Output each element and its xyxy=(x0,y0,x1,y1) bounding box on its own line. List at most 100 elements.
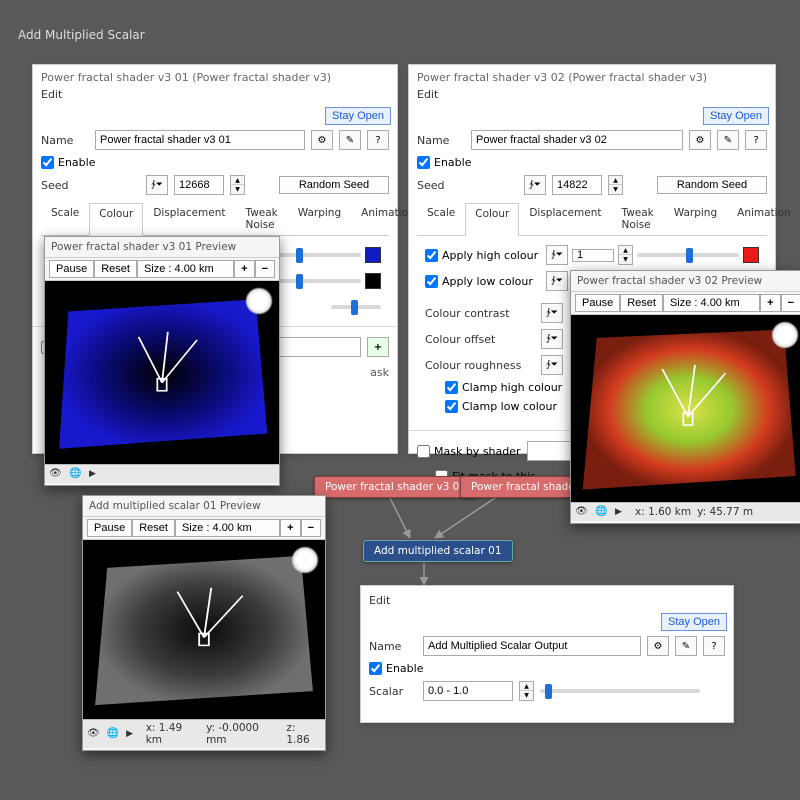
tab-colour[interactable]: Colour xyxy=(465,203,519,236)
size-button[interactable]: Size : 4.00 km xyxy=(175,519,280,537)
colour-roughness-label: Colour roughness xyxy=(425,359,535,372)
pencil-icon[interactable] xyxy=(675,636,697,656)
edit-menu[interactable]: Edit xyxy=(361,586,733,611)
param-icon[interactable]: ∱⏷ xyxy=(541,303,563,323)
seed-spinner[interactable] xyxy=(230,175,245,195)
enable-label: Enable xyxy=(58,156,95,169)
tab-tweak-noise[interactable]: Tweak Noise xyxy=(236,202,288,235)
high-colour-swatch[interactable] xyxy=(743,247,759,263)
tab-animation[interactable]: Animation xyxy=(727,202,800,235)
eye-icon[interactable] xyxy=(49,467,63,481)
play-icon[interactable] xyxy=(615,505,629,519)
param-icon[interactable]: ∱⏷ xyxy=(546,271,568,291)
enable-checkbox[interactable] xyxy=(417,156,430,169)
param-icon[interactable]: ∱⏷ xyxy=(546,245,568,265)
eye-icon[interactable] xyxy=(87,727,101,741)
param-icon[interactable]: ∱⏷ xyxy=(146,175,168,195)
pencil-icon[interactable] xyxy=(717,130,739,150)
node-shader-1[interactable]: Power fractal shader v3 01 xyxy=(314,476,477,498)
edit-menu[interactable]: Edit xyxy=(33,86,397,105)
reset-button[interactable]: Reset xyxy=(94,260,137,278)
enable-label: Enable xyxy=(386,662,423,675)
zoom-in-button[interactable] xyxy=(760,294,780,312)
help-icon[interactable] xyxy=(367,130,389,150)
partial-text: ask xyxy=(370,366,389,379)
apply-low-label: Apply low colour xyxy=(442,275,542,288)
zoom-out-button[interactable] xyxy=(301,519,321,537)
name-label: Name xyxy=(369,640,417,653)
high-value-input[interactable] xyxy=(572,249,614,262)
globe-icon[interactable] xyxy=(69,467,83,481)
tab-displacement[interactable]: Displacement xyxy=(143,202,235,235)
clamp-low-checkbox[interactable] xyxy=(445,400,458,413)
tab-colour[interactable]: Colour xyxy=(89,203,143,236)
preview-window-2: Power fractal shader v3 02 Preview Pause… xyxy=(570,270,800,524)
reset-button[interactable]: Reset xyxy=(620,294,663,312)
tab-warping[interactable]: Warping xyxy=(664,202,727,235)
gear-icon[interactable] xyxy=(311,130,333,150)
tab-tweak-noise[interactable]: Tweak Noise xyxy=(612,202,664,235)
zoom-out-button[interactable] xyxy=(255,260,275,278)
enable-checkbox[interactable] xyxy=(41,156,54,169)
tab-warping[interactable]: Warping xyxy=(288,202,351,235)
name-input[interactable] xyxy=(423,636,641,656)
scalar-slider[interactable] xyxy=(540,689,700,693)
param-icon[interactable]: ∱⏷ xyxy=(541,355,563,375)
seed-input[interactable] xyxy=(174,175,224,195)
clamp-high-checkbox[interactable] xyxy=(445,381,458,394)
zoom-out-button[interactable] xyxy=(781,294,800,312)
mask-by-shader-checkbox[interactable] xyxy=(417,445,430,458)
help-icon[interactable] xyxy=(745,130,767,150)
zoom-in-button[interactable] xyxy=(280,519,300,537)
edit-menu[interactable]: Edit xyxy=(409,86,775,105)
apply-high-colour-checkbox[interactable] xyxy=(425,249,438,262)
apply-low-colour-checkbox[interactable] xyxy=(425,275,438,288)
globe-icon[interactable] xyxy=(107,727,121,741)
name-input[interactable] xyxy=(95,130,305,150)
preview-canvas[interactable] xyxy=(571,315,800,502)
pencil-icon[interactable] xyxy=(339,130,361,150)
stay-open-button[interactable]: Stay Open xyxy=(325,107,391,125)
pause-button[interactable]: Pause xyxy=(87,519,132,537)
extra-slider[interactable] xyxy=(331,305,381,309)
size-button[interactable]: Size : 4.00 km xyxy=(663,294,760,312)
panel-header: Power fractal shader v3 01 (Power fracta… xyxy=(33,65,397,86)
high-colour-swatch[interactable] xyxy=(365,247,381,263)
tab-displacement[interactable]: Displacement xyxy=(519,202,611,235)
gear-icon[interactable] xyxy=(647,636,669,656)
name-input[interactable] xyxy=(471,130,683,150)
scalar-input[interactable] xyxy=(423,681,513,701)
seed-spinner[interactable] xyxy=(608,175,623,195)
random-seed-button[interactable]: Random Seed xyxy=(657,176,767,194)
help-icon[interactable] xyxy=(703,636,725,656)
add-mask-button[interactable] xyxy=(367,337,389,357)
stay-open-button[interactable]: Stay Open xyxy=(661,613,727,631)
tab-scale[interactable]: Scale xyxy=(41,202,89,235)
pause-button[interactable]: Pause xyxy=(49,260,94,278)
play-icon[interactable] xyxy=(89,467,103,481)
scalar-spinner[interactable] xyxy=(519,681,534,701)
zoom-in-button[interactable] xyxy=(234,260,254,278)
play-icon[interactable] xyxy=(126,727,140,741)
param-icon[interactable]: ∱⏷ xyxy=(524,175,546,195)
random-seed-button[interactable]: Random Seed xyxy=(279,176,389,194)
preview-canvas[interactable] xyxy=(83,540,325,719)
panel-header: Power fractal shader v3 02 (Power fracta… xyxy=(409,65,775,86)
node-scalar-output[interactable]: Add multiplied scalar 01 xyxy=(363,540,513,562)
gear-icon[interactable] xyxy=(689,130,711,150)
low-colour-swatch[interactable] xyxy=(365,273,381,289)
tab-scale[interactable]: Scale xyxy=(417,202,465,235)
eye-icon[interactable] xyxy=(575,505,589,519)
preview-canvas[interactable] xyxy=(45,281,279,464)
reset-button[interactable]: Reset xyxy=(132,519,175,537)
high-spinner[interactable] xyxy=(618,245,633,265)
stay-open-button[interactable]: Stay Open xyxy=(703,107,769,125)
param-icon[interactable]: ∱⏷ xyxy=(541,329,563,349)
size-button[interactable]: Size : 4.00 km xyxy=(137,260,234,278)
high-slider[interactable] xyxy=(637,253,739,257)
pause-button[interactable]: Pause xyxy=(575,294,620,312)
globe-icon[interactable] xyxy=(595,505,609,519)
compass-icon xyxy=(245,287,273,315)
seed-input[interactable] xyxy=(552,175,602,195)
enable-checkbox[interactable] xyxy=(369,662,382,675)
